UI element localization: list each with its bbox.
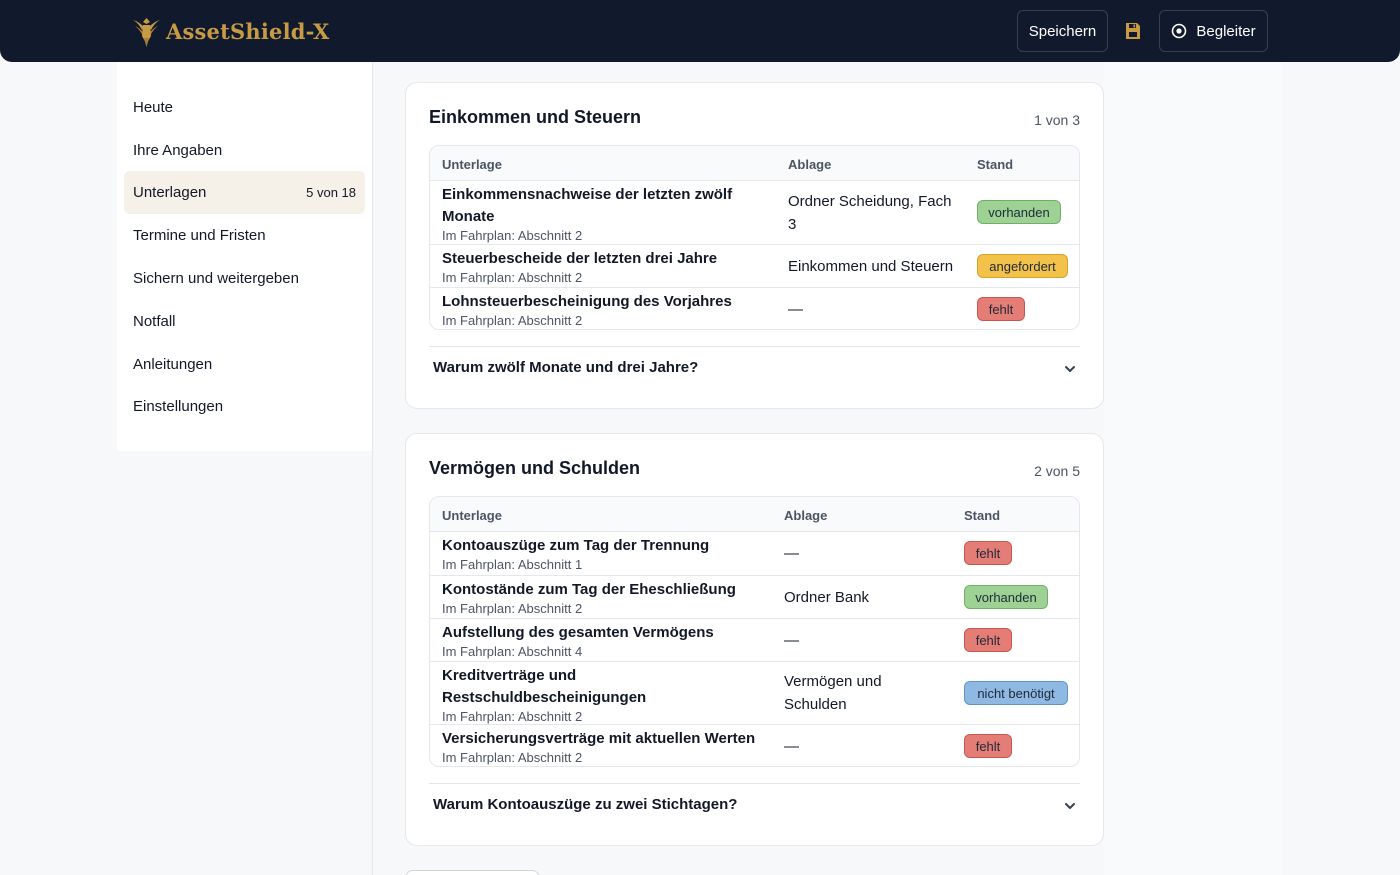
companion-button-label: Begleiter <box>1196 22 1256 40</box>
document-roadmap-ref: Im Fahrplan: Abschnitt 2 <box>442 709 583 724</box>
faq-question: Warum Kontoauszüge zu zwei Stichtagen? <box>433 796 738 813</box>
column-header-location: Ablage <box>784 508 828 523</box>
document-name: Kontostände zum Tag der Eheschließung <box>442 581 736 598</box>
document-location: Ordner Bank <box>784 589 870 606</box>
save-button[interactable]: Speichern <box>1017 10 1108 52</box>
document-roadmap-ref: Im Fahrplan: Abschnitt 1 <box>442 557 583 572</box>
table-header: Unterlage Ablage Stand <box>430 497 1079 532</box>
sidebar-item-label: Anleitungen <box>133 356 213 373</box>
table-row[interactable]: Lohnsteuerbescheinigung des Vorjahres Im… <box>430 287 1079 329</box>
eagle-logo-icon <box>133 18 160 47</box>
section-card-assets: Vermögen und Schulden 2 von 5 Unterlage … <box>405 433 1104 846</box>
status-badge[interactable]: fehlt <box>977 297 1025 321</box>
document-roadmap-ref: Im Fahrplan: Abschnitt 2 <box>442 601 583 616</box>
column-header-document: Unterlage <box>442 157 502 172</box>
table-row[interactable]: Kreditverträge und Restschuldbescheinigu… <box>430 661 1079 724</box>
status-badge[interactable]: fehlt <box>964 541 1012 565</box>
section-title: Vermögen und Schulden <box>429 458 641 478</box>
document-name: Einkommensnachweise der letzten zwölf Mo… <box>442 186 733 225</box>
document-location: — <box>784 738 799 755</box>
partial-bottom-button[interactable] <box>405 870 540 875</box>
document-roadmap-ref: Im Fahrplan: Abschnitt 2 <box>442 228 583 243</box>
save-button-label: Speichern <box>1028 22 1097 40</box>
document-name: Kontoauszüge zum Tag der Trennung <box>442 537 710 554</box>
sidebar-item-label: Heute <box>133 99 174 116</box>
document-location: Ordner Scheidung, Fach 3 <box>788 193 952 233</box>
document-location: Einkommen und Steuern <box>788 258 954 275</box>
app-title: AssetShield-X <box>166 18 330 44</box>
sidebar: Heute Ihre Angaben Unterlagen 5 von 18 T… <box>117 62 373 451</box>
sidebar-item-label: Termine und Fristen <box>133 227 266 244</box>
column-header-document: Unterlage <box>442 508 502 523</box>
sidebar-item-label: Unterlagen <box>133 184 207 201</box>
sidebar-item-heute[interactable]: Heute <box>124 86 365 129</box>
faq-accordion[interactable]: Warum Kontoauszüge zu zwei Stichtagen? <box>429 783 1080 825</box>
companion-button[interactable]: Begleiter <box>1159 10 1268 52</box>
document-name: Versicherungsverträge mit aktuellen Wert… <box>442 730 756 747</box>
document-location: — <box>788 301 803 318</box>
table-row[interactable]: Steuerbescheide der letzten drei Jahre I… <box>430 244 1079 287</box>
documents-table: Unterlage Ablage Stand Kontoauszüge zum … <box>429 496 1080 767</box>
chevron-down-icon <box>1065 803 1075 809</box>
sidebar-item-notfall[interactable]: Notfall <box>124 300 365 343</box>
top-bar: AssetShield-X Speichern Begleiter <box>0 0 1400 62</box>
faq-question: Warum zwölf Monate und drei Jahre? <box>433 359 699 376</box>
document-roadmap-ref: Im Fahrplan: Abschnitt 4 <box>442 644 583 659</box>
section-title: Einkommen und Steuern <box>429 107 642 127</box>
faq-accordion[interactable]: Warum zwölf Monate und drei Jahre? <box>429 346 1080 388</box>
sidebar-divider <box>372 451 373 875</box>
sidebar-item-label: Notfall <box>133 313 176 330</box>
table-row[interactable]: Einkommensnachweise der letzten zwölf Mo… <box>430 181 1079 244</box>
table-row[interactable]: Kontostände zum Tag der Eheschließung Im… <box>430 575 1079 618</box>
sidebar-item-label: Ihre Angaben <box>133 142 223 159</box>
status-badge[interactable]: fehlt <box>964 734 1012 758</box>
documents-table: Unterlage Ablage Stand Einkommensnachwei… <box>429 145 1080 330</box>
section-card-income: Einkommen und Steuern 1 von 3 Unterlage … <box>405 82 1104 409</box>
status-badge[interactable]: vorhanden <box>977 200 1061 224</box>
sidebar-item-ihre-angaben[interactable]: Ihre Angaben <box>124 129 365 172</box>
sidebar-item-anleitungen[interactable]: Anleitungen <box>124 343 365 386</box>
column-header-status: Stand <box>977 157 1014 172</box>
sidebar-item-termine[interactable]: Termine und Fristen <box>124 214 365 257</box>
right-gutter <box>1104 62 1283 875</box>
document-location: — <box>784 545 799 562</box>
sidebar-item-label: Einstellungen <box>133 398 224 415</box>
app-logo[interactable]: AssetShield-X <box>131 14 330 48</box>
status-badge[interactable]: vorhanden <box>964 585 1048 609</box>
document-name: Aufstellung des gesamten Vermögens <box>442 624 714 641</box>
sidebar-item-unterlagen[interactable]: Unterlagen 5 von 18 <box>124 171 365 214</box>
floppy-disk-icon[interactable] <box>1125 22 1141 40</box>
document-roadmap-ref: Im Fahrplan: Abschnitt 2 <box>442 270 583 285</box>
column-header-status: Stand <box>964 508 1001 523</box>
section-count: 1 von 3 <box>1034 112 1080 128</box>
document-name: Lohnsteuerbescheinigung des Vorjahres <box>442 293 732 310</box>
document-location: Vermögen und Schulden <box>784 673 882 713</box>
sidebar-item-count: 5 von 18 <box>306 185 356 200</box>
document-location: — <box>784 632 799 649</box>
table-header: Unterlage Ablage Stand <box>430 146 1079 181</box>
document-roadmap-ref: Im Fahrplan: Abschnitt 2 <box>442 750 583 765</box>
sidebar-item-label: Sichern und weitergeben <box>133 270 299 287</box>
status-badge[interactable]: fehlt <box>964 628 1012 652</box>
status-badge[interactable]: nicht benötigt <box>964 681 1068 705</box>
table-row[interactable]: Aufstellung des gesamten Vermögens Im Fa… <box>430 618 1079 661</box>
section-count: 2 von 5 <box>1034 463 1080 479</box>
sidebar-item-sichern[interactable]: Sichern und weitergeben <box>124 257 365 300</box>
sidebar-item-einstellungen[interactable]: Einstellungen <box>124 385 365 428</box>
target-icon <box>1172 23 1187 39</box>
chevron-down-icon <box>1065 366 1075 372</box>
document-name: Steuerbescheide der letzten drei Jahre <box>442 250 718 267</box>
column-header-location: Ablage <box>788 157 832 172</box>
document-name: Kreditverträge und Restschuldbescheinigu… <box>442 667 647 706</box>
table-row[interactable]: Kontoauszüge zum Tag der Trennung Im Fah… <box>430 532 1079 575</box>
document-roadmap-ref: Im Fahrplan: Abschnitt 2 <box>442 313 583 328</box>
status-badge[interactable]: angefordert <box>977 254 1068 278</box>
table-row[interactable]: Versicherungsverträge mit aktuellen Wert… <box>430 724 1079 766</box>
